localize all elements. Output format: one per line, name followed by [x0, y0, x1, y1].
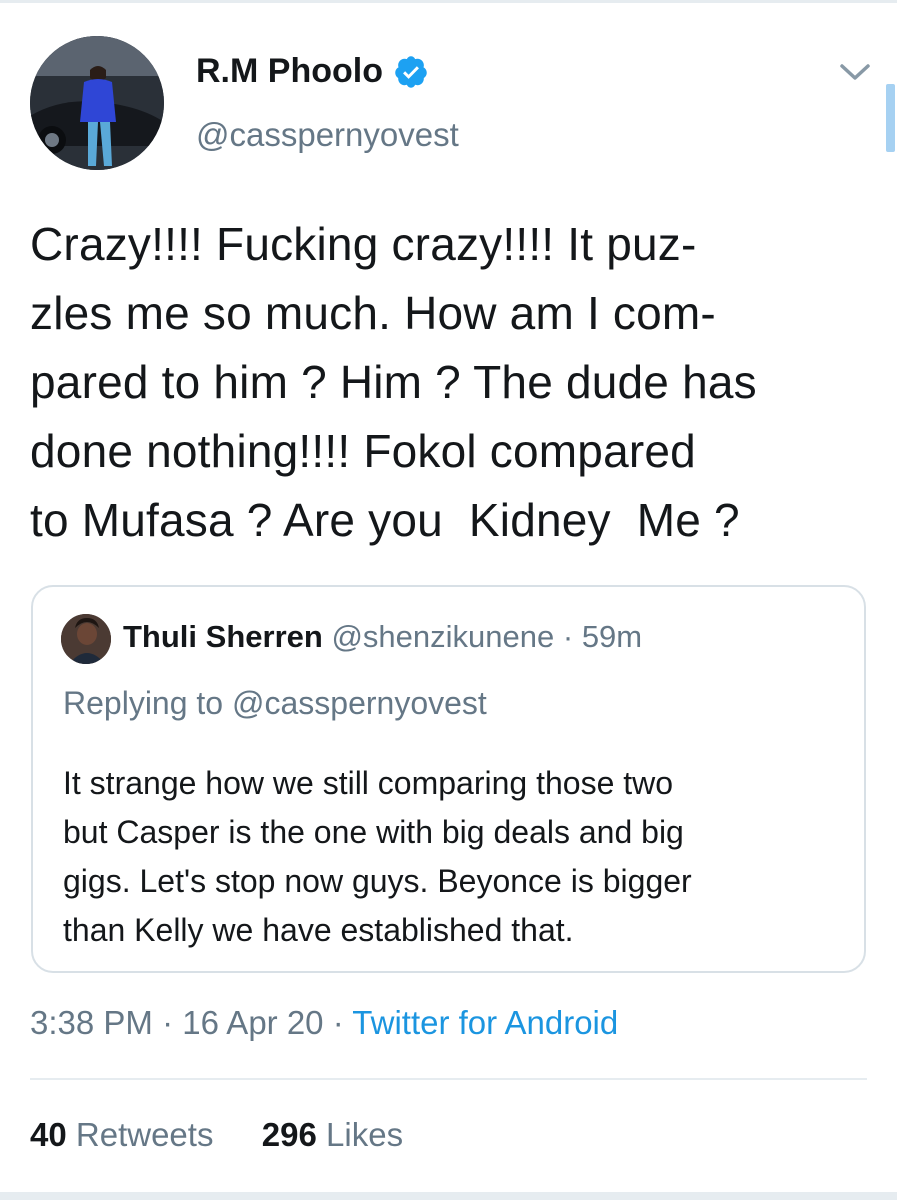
quoted-tweet-line: gigs. Let's stop now guys. Beyonce is bi…: [63, 863, 692, 899]
tweet-metadata: 3:38 PM · 16 Apr 20 · Twitter for Androi…: [30, 1004, 618, 1042]
retweets-stat[interactable]: 40 Retweets: [30, 1116, 223, 1153]
tweet-line: zles me so much. How am I com-: [30, 287, 716, 339]
tweet-line: pared to him ? Him ? The dude has: [30, 356, 757, 408]
quoted-tweet-line: but Casper is the one with big deals and…: [63, 814, 684, 850]
tweet-line: Crazy!!!! Fucking crazy!!!! It puz-: [30, 218, 697, 270]
retweets-count: 40: [30, 1116, 67, 1153]
likes-count: 296: [261, 1116, 317, 1153]
bottom-divider: [0, 1192, 897, 1200]
tweet-time[interactable]: 3:38 PM: [30, 1004, 153, 1041]
author-name-row[interactable]: R.M Phoolo: [196, 52, 429, 91]
likes-stat[interactable]: 296 Likes: [262, 1116, 403, 1153]
tweet-text: Crazy!!!! Fucking crazy!!!! It puz- zles…: [30, 210, 875, 555]
verified-badge-icon: [395, 55, 427, 88]
author-handle[interactable]: @casspernyovest: [196, 116, 459, 154]
quoted-tweet-line: than Kelly we have established that.: [63, 912, 574, 948]
replying-to-label: Replying to @casspernyovest: [63, 685, 487, 721]
likes-label: Likes: [326, 1116, 404, 1153]
meta-separator: ·: [332, 1004, 344, 1041]
tweet-line: done nothing!!!! Fokol compared: [30, 425, 696, 477]
author-display-name[interactable]: R.M Phoolo: [196, 52, 383, 91]
tweet-date[interactable]: 16 Apr 20: [182, 1004, 323, 1041]
retweets-label: Retweets: [75, 1116, 214, 1153]
stats-divider: [30, 1078, 867, 1080]
avatar-photo-icon: [30, 36, 164, 170]
engagement-stats: 40 Retweets 296 Likes: [30, 1116, 403, 1154]
author-avatar[interactable]: [30, 36, 164, 170]
meta-separator: ·: [162, 1004, 174, 1041]
quoted-author-handle[interactable]: @shenzikunene: [331, 619, 554, 654]
quoted-author-name[interactable]: Thuli Sherren: [123, 619, 323, 654]
tweet-source-link[interactable]: Twitter for Android: [352, 1004, 618, 1041]
meta-separator: ·: [562, 619, 574, 654]
quoted-tweet-header: Thuli Sherren @shenzikunene · 59m: [123, 619, 642, 655]
tweet-line: to Mufasa ? Are you Kidney Me ?: [30, 494, 740, 546]
chevron-down-icon[interactable]: [838, 60, 872, 84]
quoted-tweet-text: It strange how we still comparing those …: [63, 759, 853, 955]
quoted-tweet-card[interactable]: Thuli Sherren @shenzikunene · 59m Replyi…: [31, 585, 866, 973]
quoted-tweet-age: 59m: [581, 619, 643, 654]
scrollbar[interactable]: [886, 84, 895, 152]
top-divider: [0, 0, 897, 3]
quoted-author-avatar[interactable]: [61, 614, 111, 664]
avatar-photo-icon: [61, 614, 111, 664]
quoted-tweet-line: It strange how we still comparing those …: [63, 765, 674, 801]
